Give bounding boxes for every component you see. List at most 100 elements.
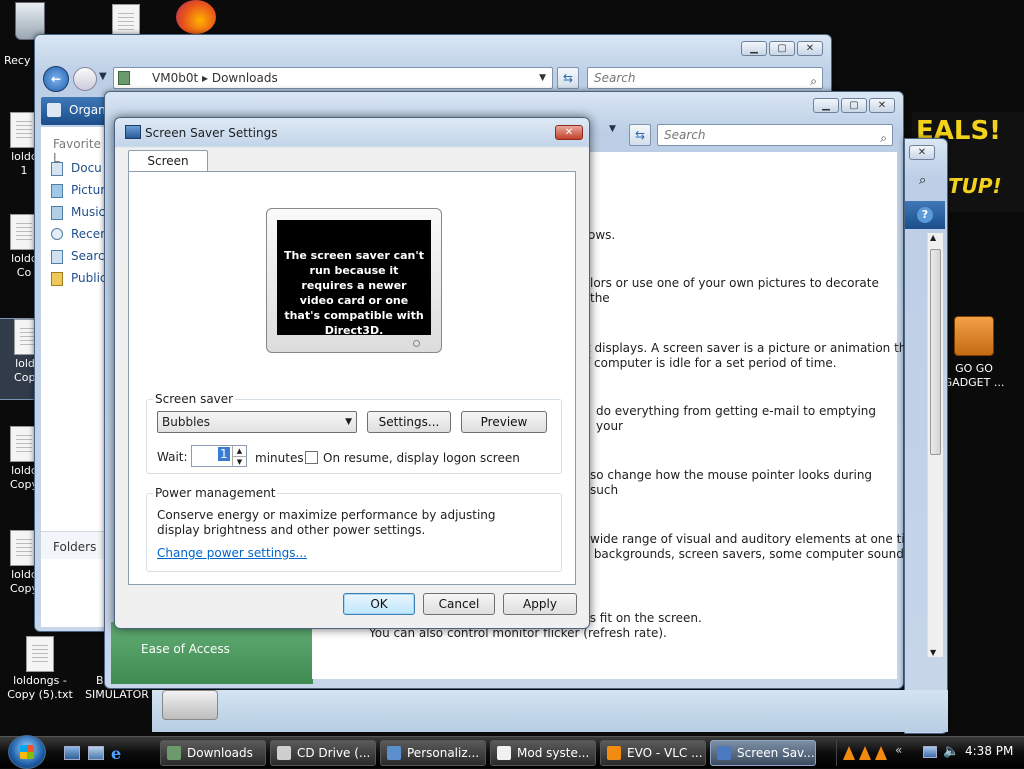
- resume-label[interactable]: On resume, display logon screen: [323, 451, 520, 465]
- chevron-down-icon[interactable]: ▼: [539, 68, 546, 88]
- preview-screen: The screen saver can't run because it re…: [277, 220, 431, 337]
- document-icon: [497, 746, 511, 760]
- recent-icon: [51, 228, 63, 240]
- vlc-tray-icon[interactable]: [875, 746, 887, 760]
- desktop-icon-firefox[interactable]: [166, 0, 226, 34]
- refresh-button[interactable]: ⇆: [557, 67, 579, 89]
- firefox-icon: [176, 0, 216, 34]
- monitor-power-indicator: [413, 340, 420, 347]
- taskbar-item-cd-drive[interactable]: CD Drive (...: [270, 740, 376, 766]
- search-icon[interactable]: ⌕: [810, 71, 817, 91]
- close-button[interactable]: ✕: [555, 125, 583, 140]
- folders-label: Folders: [53, 540, 97, 554]
- back-button[interactable]: ←: [43, 66, 69, 92]
- content-text: ows.: [588, 228, 616, 242]
- taskbar: e Downloads CD Drive (... Personaliz... …: [0, 735, 1024, 769]
- cd-drive-icon: [277, 746, 291, 760]
- desktop-icon-go-go-gadget[interactable]: GO GO GADGET ...: [942, 316, 1006, 390]
- content-text: lors or use one of your own pictures to …: [590, 276, 879, 305]
- folders-toggle[interactable]: Folders: [41, 531, 107, 559]
- network-icon[interactable]: [923, 746, 937, 758]
- screen-saver-dialog: Screen Saver Settings ✕ Screen Saver The…: [114, 117, 590, 629]
- close-button[interactable]: ✕: [797, 41, 823, 56]
- taskbar-item-screen-saver[interactable]: Screen Sav...: [710, 740, 816, 766]
- taskbar-item-vlc[interactable]: EVO - VLC ...: [600, 740, 706, 766]
- clock[interactable]: 4:38 PM: [965, 744, 1013, 758]
- resume-checkbox[interactable]: [305, 451, 318, 464]
- forward-button[interactable]: [73, 67, 97, 91]
- system-tray: « 🔈 4:38 PM: [836, 740, 1022, 766]
- nav-item-searches[interactable]: Search: [47, 249, 112, 264]
- minimize-button[interactable]: ▁: [741, 41, 767, 56]
- volume-muted-icon[interactable]: 🔈: [943, 744, 959, 759]
- nav-item-public[interactable]: Public: [47, 271, 107, 286]
- address-dropdown[interactable]: ▼: [609, 124, 616, 134]
- search-folder-icon: [51, 250, 63, 264]
- spinner-down[interactable]: ▼: [232, 456, 246, 466]
- task-label: Downloads: [187, 746, 253, 760]
- nav-item-documents[interactable]: Docu: [47, 161, 102, 176]
- search-icon[interactable]: ⌕: [880, 128, 887, 148]
- window-controls: ▁ ▢ ✕: [813, 98, 895, 113]
- internet-explorer-icon[interactable]: e: [111, 744, 121, 763]
- search-icon[interactable]: ⌕: [919, 173, 926, 188]
- address-bar[interactable]: VM0b0t ▸ Downloads ▼: [113, 67, 553, 89]
- nav-item-pictures[interactable]: Pictur: [47, 183, 105, 198]
- settings-button[interactable]: Settings...: [367, 411, 451, 433]
- preview-button[interactable]: Preview: [461, 411, 547, 433]
- wait-spinner[interactable]: 1 ▲ ▼: [191, 445, 247, 467]
- sidebar-item-ease-of-access[interactable]: Ease of Access: [141, 642, 230, 656]
- change-power-settings-link[interactable]: Change power settings...: [157, 546, 307, 560]
- cancel-button[interactable]: Cancel: [423, 593, 495, 615]
- power-management-group: Power management Conserve energy or maxi…: [146, 486, 562, 572]
- screensaver-select[interactable]: Bubbles ▼: [157, 411, 357, 433]
- maximize-button[interactable]: ▢: [841, 98, 867, 113]
- search-placeholder: Search: [664, 128, 706, 142]
- vlc-tray-icon[interactable]: [843, 746, 855, 760]
- breadcrumb-folder[interactable]: Downloads: [212, 71, 278, 85]
- apply-button[interactable]: Apply: [503, 593, 577, 615]
- desktop-icon-loldongs-copy-5[interactable]: loldongs - Copy (5).txt: [4, 636, 76, 702]
- maximize-button[interactable]: ▢: [769, 41, 795, 56]
- briefcase-icon: [954, 316, 994, 356]
- start-button[interactable]: [8, 735, 46, 769]
- nav-item-label: Docu: [71, 161, 102, 175]
- monitor-preview: The screen saver can't run because it re…: [266, 208, 442, 353]
- nav-item-music[interactable]: Music: [47, 205, 105, 220]
- tab-page: The screen saver can't run because it re…: [128, 171, 576, 585]
- tab-screen-saver[interactable]: Screen Saver: [128, 150, 208, 188]
- scroll-thumb[interactable]: [930, 249, 941, 455]
- spinner-up[interactable]: ▲: [232, 446, 246, 456]
- quick-launch-show-desktop[interactable]: [64, 746, 80, 760]
- drive-icon: [162, 690, 218, 720]
- taskbar-item-personalization[interactable]: Personaliz...: [380, 740, 486, 766]
- vertical-scrollbar[interactable]: ▲ ▼: [927, 233, 943, 657]
- search-input[interactable]: Search ⌕: [657, 124, 893, 146]
- search-placeholder: Search: [594, 71, 636, 85]
- organize-button[interactable]: Organ: [47, 101, 106, 119]
- search-input[interactable]: Search ⌕: [587, 67, 823, 89]
- nav-item-recent[interactable]: Recen: [47, 227, 108, 241]
- preview-message: The screen saver can't run because it re…: [284, 249, 424, 337]
- taskbar-item-downloads[interactable]: Downloads: [160, 740, 266, 766]
- wait-value[interactable]: 1: [218, 447, 230, 461]
- desktop-icon-label: loldongs - Copy (5).txt: [7, 674, 73, 701]
- help-icon[interactable]: ?: [917, 207, 933, 223]
- nav-item-label: Recen: [71, 227, 108, 241]
- taskbar-item-mod-system[interactable]: Mod syste...: [490, 740, 596, 766]
- chevron-left-icon[interactable]: «: [895, 743, 902, 757]
- scroll-down-arrow[interactable]: ▼: [930, 648, 936, 657]
- folder-icon: [118, 71, 130, 85]
- window-controls: ▁ ▢ ✕: [741, 41, 823, 56]
- ok-button[interactable]: OK: [343, 593, 415, 615]
- quick-launch-switch-windows[interactable]: [88, 746, 104, 760]
- history-dropdown[interactable]: ▼: [99, 71, 107, 82]
- vlc-tray-icon[interactable]: [859, 746, 871, 760]
- scroll-up-arrow[interactable]: ▲: [930, 233, 936, 242]
- close-button[interactable]: ✕: [909, 145, 935, 160]
- refresh-button[interactable]: ⇆: [629, 124, 651, 146]
- breadcrumb-computer[interactable]: VM0b0t: [152, 71, 198, 85]
- chevron-down-icon: ▼: [345, 417, 352, 427]
- minimize-button[interactable]: ▁: [813, 98, 839, 113]
- close-button[interactable]: ✕: [869, 98, 895, 113]
